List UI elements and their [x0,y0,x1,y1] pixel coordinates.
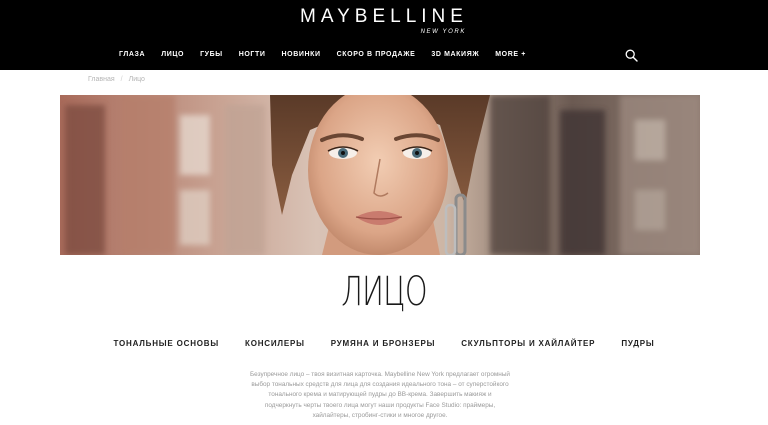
nav-item-nails[interactable]: НОГТИ [239,49,266,63]
category-foundations[interactable]: ТОНАЛЬНЫЕ ОСНОВЫ [114,339,220,348]
nav-item-3d-makeup[interactable]: 3D МАКИЯЖ [431,49,479,63]
brand-logo-subtitle: NEW YORK [420,29,466,35]
category-powders[interactable]: ПУДРЫ [621,339,654,348]
breadcrumb: Главная / Лицо [88,76,145,83]
category-nav: ТОНАЛЬНЫЕ ОСНОВЫ КОНСИЛЕРЫ РУМЯНА И БРОН… [0,339,768,348]
brand-logo-wordmark: MAYBELLINE NEW YORK [300,6,468,35]
breadcrumb-current: Лицо [128,76,145,83]
category-blush-bronzers[interactable]: РУМЯНА И БРОНЗЕРЫ [331,339,435,348]
breadcrumb-separator: / [120,76,123,83]
description-line: Безупречное лицо – твоя визитная карточк… [249,371,510,378]
description-line: подчеркнуть черты твоего лица могут наши… [264,401,496,409]
nav-item-face[interactable]: ЛИЦО [161,49,184,63]
nav-item-eyes[interactable]: ГЛАЗА [119,49,145,63]
nav-item-more[interactable]: MORE + [495,49,526,63]
main-nav: ГЛАЗА ЛИЦО ГУБЫ НОГТИ НОВИНКИ СКОРО В ПР… [119,49,542,63]
nav-item-coming-soon[interactable]: СКОРО В ПРОДАЖЕ [337,49,416,63]
breadcrumb-home[interactable]: Главная [88,76,115,83]
page-title: ЛИЦО [341,269,427,315]
hero-banner-image [60,95,700,255]
description-line: выбор тональных средств для лица для соз… [251,381,509,389]
nav-item-new[interactable]: НОВИНКИ [282,49,321,63]
site-header: MAYBELLINE NEW YORK ГЛАЗА ЛИЦО ГУБЫ НОГТ… [0,0,768,70]
brand-logo[interactable]: MAYBELLINE NEW YORK [0,6,768,35]
description-line: тонального крема и матирующей пудры до B… [268,391,492,399]
category-contour-highlighter[interactable]: СКУЛЬПТОРЫ И ХАЙЛАЙТЕР [461,339,595,348]
category-concealers[interactable]: КОНСИЛЕРЫ [245,339,305,348]
search-icon[interactable] [625,49,638,62]
description-line: хайлайтеры, стробинг-стики и многое друг… [312,411,448,419]
nav-item-lips[interactable]: ГУБЫ [200,49,223,63]
category-description: Безупречное лицо – твоя визитная карточк… [230,370,530,421]
